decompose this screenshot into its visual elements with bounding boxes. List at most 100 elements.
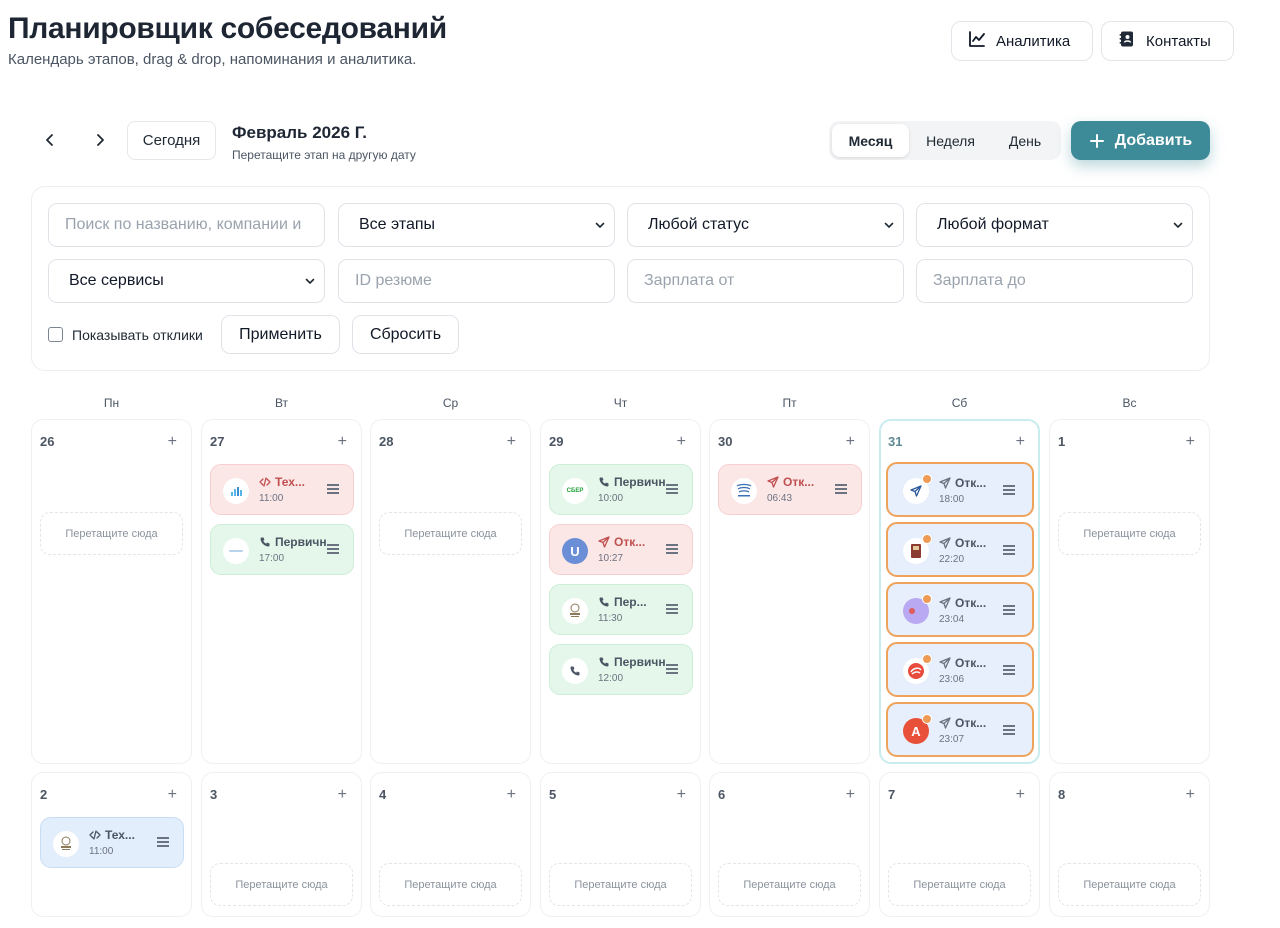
logo-text: А: [911, 723, 921, 739]
notification-badge: [922, 714, 932, 724]
event-card[interactable]: Тех... 11:00: [210, 464, 354, 515]
drag-handle-icon[interactable]: [1003, 725, 1015, 735]
add-event-plus-icon[interactable]: +: [168, 434, 177, 450]
add-event-plus-icon[interactable]: +: [168, 787, 177, 803]
drag-handle-icon[interactable]: [327, 484, 339, 494]
add-event-plus-icon[interactable]: +: [507, 434, 516, 450]
add-event-plus-icon[interactable]: +: [338, 434, 347, 450]
phone-icon: [259, 536, 271, 548]
salary-to-input[interactable]: Зарплата до: [916, 259, 1193, 303]
add-event-plus-icon[interactable]: +: [507, 787, 516, 803]
drop-zone[interactable]: Перетащите сюда: [549, 863, 692, 906]
day-cell[interactable]: 6 + Перетащите сюда: [709, 772, 870, 917]
day-number: 1: [1058, 434, 1066, 449]
event-card[interactable]: А Отк... 23:07: [886, 702, 1034, 757]
add-event-plus-icon[interactable]: +: [1016, 434, 1025, 450]
notification-badge: [922, 534, 932, 544]
notification-badge: [922, 474, 932, 484]
add-event-plus-icon[interactable]: +: [677, 434, 686, 450]
event-card[interactable]: СБЕР Первичн... 10:00: [549, 464, 693, 515]
event-card[interactable]: Отк... 23:04: [886, 582, 1034, 637]
day-cell[interactable]: 1 + Перетащите сюда: [1049, 419, 1210, 764]
drag-handle-icon[interactable]: [666, 544, 678, 554]
event-card[interactable]: Отк... 18:00: [886, 462, 1034, 517]
drop-zone[interactable]: Перетащите сюда: [379, 863, 522, 906]
logo-text: СБЕР: [566, 488, 584, 494]
drag-handle-icon[interactable]: [835, 484, 847, 494]
resume-id-input[interactable]: ID резюме: [338, 259, 615, 303]
tab-month[interactable]: Месяц: [832, 124, 909, 157]
add-event-plus-icon[interactable]: +: [846, 434, 855, 450]
search-input[interactable]: Поиск по названию, компании и: [48, 203, 325, 247]
day-cell[interactable]: 5 + Перетащите сюда: [540, 772, 701, 917]
status-select[interactable]: Любой статус: [627, 203, 904, 247]
add-event-plus-icon[interactable]: +: [1186, 787, 1195, 803]
prev-month-button[interactable]: [36, 126, 64, 154]
tab-week[interactable]: Неделя: [909, 124, 992, 157]
drag-handle-icon[interactable]: [1003, 545, 1015, 555]
show-responses-checkbox[interactable]: [48, 327, 63, 342]
event-card[interactable]: Пер... 11:30: [549, 584, 693, 635]
event-card[interactable]: Отк... 22:20: [886, 522, 1034, 577]
phone-logo: [562, 658, 588, 684]
day-cell[interactable]: 29 + СБЕР Первичн... 10:00 U Отк... 10:27 Пер...…: [540, 419, 701, 764]
page-subtitle: Календарь этапов, drag & drop, напоминан…: [8, 51, 417, 68]
drop-zone[interactable]: Перетащите сюда: [40, 512, 183, 555]
drop-zone[interactable]: Перетащите сюда: [1058, 512, 1201, 555]
day-cell[interactable]: 7 + Перетащите сюда: [879, 772, 1040, 917]
drop-zone[interactable]: Перетащите сюда: [1058, 863, 1201, 906]
add-event-plus-icon[interactable]: +: [846, 787, 855, 803]
day-cell[interactable]: 28 + Перетащите сюда: [370, 419, 531, 764]
apply-button[interactable]: Применить: [221, 315, 340, 354]
add-event-plus-icon[interactable]: +: [1016, 787, 1025, 803]
drag-handle-icon[interactable]: [666, 664, 678, 674]
drag-handle-icon[interactable]: [157, 837, 169, 847]
event-title-text: Отк...: [955, 596, 987, 610]
drag-handle-icon[interactable]: [1003, 605, 1015, 615]
day-cell[interactable]: 8 + Перетащите сюда: [1049, 772, 1210, 917]
bar-chart-logo: [223, 478, 249, 504]
drag-handle-icon[interactable]: [327, 544, 339, 554]
event-title-text: Отк...: [783, 475, 815, 489]
drag-handle-icon[interactable]: [1003, 485, 1015, 495]
drop-zone[interactable]: Перетащите сюда: [888, 863, 1031, 906]
salary-from-input[interactable]: Зарплата от: [627, 259, 904, 303]
add-event-plus-icon[interactable]: +: [338, 787, 347, 803]
analytics-label: Аналитика: [996, 32, 1071, 50]
drag-handle-icon[interactable]: [666, 604, 678, 614]
day-cell[interactable]: 31 + Отк... 18:00 Отк... 22:20 Отк... 23:04 Отк.…: [879, 419, 1040, 764]
drop-zone[interactable]: Перетащите сюда: [718, 863, 861, 906]
event-card[interactable]: Отк... 23:06: [886, 642, 1034, 697]
add-button[interactable]: Добавить: [1071, 121, 1210, 160]
day-cell[interactable]: 30 + Отк... 06:43: [709, 419, 870, 764]
reset-button[interactable]: Сбросить: [352, 315, 459, 354]
send-icon: [767, 476, 779, 488]
event-time: 06:43: [767, 493, 793, 504]
day-cell[interactable]: 3 + Перетащите сюда: [201, 772, 362, 917]
service-select[interactable]: Все сервисы: [48, 259, 325, 303]
next-month-button[interactable]: [86, 126, 114, 154]
drag-handle-icon[interactable]: [666, 484, 678, 494]
format-select[interactable]: Любой формат: [916, 203, 1193, 247]
event-card[interactable]: Тех... 11:00: [40, 817, 184, 868]
drop-zone[interactable]: Перетащите сюда: [210, 863, 353, 906]
add-event-plus-icon[interactable]: +: [677, 787, 686, 803]
contacts-button[interactable]: Контакты: [1101, 21, 1234, 61]
today-button[interactable]: Сегодня: [127, 121, 216, 160]
drag-handle-icon[interactable]: [1003, 665, 1015, 675]
event-card[interactable]: Первичн... 17:00: [210, 524, 354, 575]
day-cell[interactable]: 4 + Перетащите сюда: [370, 772, 531, 917]
day-cell[interactable]: 2 + Тех... 11:00: [31, 772, 192, 917]
day-cell[interactable]: 26 + Перетащите сюда: [31, 419, 192, 764]
event-card[interactable]: U Отк... 10:27: [549, 524, 693, 575]
tab-day[interactable]: День: [992, 124, 1058, 157]
event-card[interactable]: Отк... 06:43: [718, 464, 862, 515]
analytics-button[interactable]: Аналитика: [951, 21, 1093, 61]
drop-zone[interactable]: Перетащите сюда: [379, 512, 522, 555]
day-cell[interactable]: 27 + Тех... 11:00 Первичн... 17:00: [201, 419, 362, 764]
event-title: Тех...: [259, 475, 329, 489]
add-event-plus-icon[interactable]: +: [1186, 434, 1195, 450]
event-card[interactable]: Первичн... 12:00: [549, 644, 693, 695]
event-title: Отк...: [939, 476, 1009, 490]
stage-select[interactable]: Все этапы: [338, 203, 615, 247]
